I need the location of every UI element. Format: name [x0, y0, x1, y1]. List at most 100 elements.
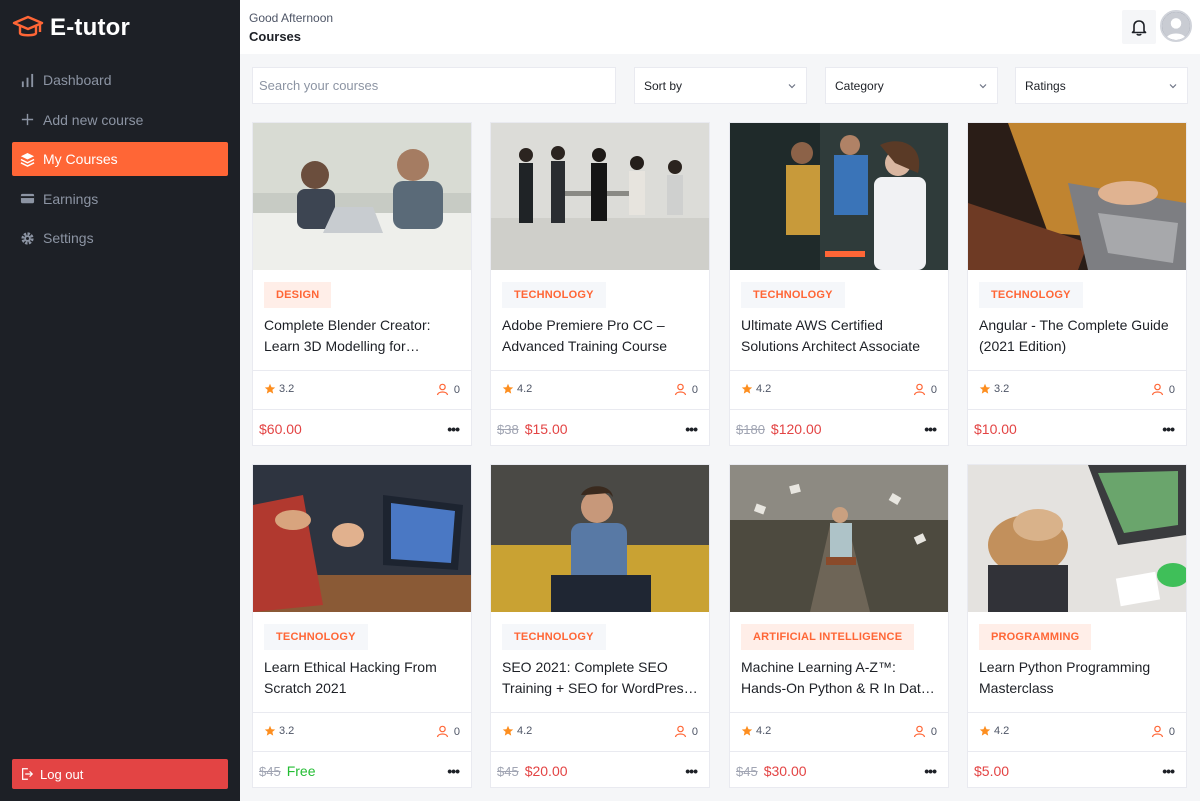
top-header: Good Afternoon Courses	[240, 0, 1200, 54]
course-title[interactable]: Adobe Premiere Pro CC – Advanced Trainin…	[502, 315, 698, 357]
search-input[interactable]	[252, 67, 616, 104]
divider	[253, 370, 471, 371]
category-select[interactable]: Category	[825, 67, 998, 104]
course-card[interactable]: TECHNOLOGY Adobe Premiere Pro CC – Advan…	[490, 122, 710, 446]
user-icon	[674, 725, 686, 738]
course-title[interactable]: Learn Ethical Hacking From Scratch 2021	[264, 657, 460, 699]
rating-value: 4.2	[517, 383, 533, 395]
sidebar-item-settings[interactable]: Settings	[12, 221, 228, 255]
price-row: $45 Free	[259, 763, 316, 779]
students-count: 0	[691, 725, 698, 738]
course-thumbnail[interactable]	[968, 123, 1186, 270]
course-thumbnail[interactable]	[253, 465, 471, 612]
course-title[interactable]: Machine Learning A-Z™: Hands-On Python &…	[741, 657, 937, 699]
more-options-button[interactable]: •••	[447, 421, 460, 437]
course-card[interactable]: DESIGN Complete Blender Creator: Learn 3…	[252, 122, 472, 446]
user-icon	[436, 725, 448, 738]
logout-button[interactable]: Log out	[12, 759, 228, 789]
course-thumbnail[interactable]	[491, 465, 709, 612]
chevron-down-icon	[788, 83, 796, 88]
course-thumbnail[interactable]	[730, 123, 948, 270]
category-badge: TECHNOLOGY	[502, 282, 606, 308]
course-title[interactable]: Ultimate AWS Certified Solutions Archite…	[741, 315, 937, 357]
more-options-button[interactable]: •••	[924, 763, 937, 779]
course-title[interactable]: Angular - The Complete Guide (2021 Editi…	[979, 315, 1175, 357]
chevron-down-icon	[979, 83, 987, 88]
sidebar-item-earnings[interactable]: Earnings	[12, 182, 228, 216]
more-options-button[interactable]: •••	[1162, 763, 1175, 779]
divider	[491, 712, 709, 713]
course-thumbnail[interactable]	[253, 123, 471, 270]
category-badge: PROGRAMMING	[979, 624, 1092, 650]
category-badge: TECHNOLOGY	[741, 282, 845, 308]
category-badge: TECHNOLOGY	[502, 624, 606, 650]
star-icon	[264, 725, 276, 736]
price-row: $45 $30.00	[736, 763, 807, 779]
course-title[interactable]: Learn Python Programming Masterclass	[979, 657, 1175, 699]
divider	[968, 712, 1186, 713]
sidebar-item-dashboard[interactable]: Dashboard	[12, 63, 228, 97]
more-options-button[interactable]: •••	[1162, 421, 1175, 437]
course-students: 0	[1151, 383, 1175, 396]
course-card[interactable]: TECHNOLOGY Learn Ethical Hacking From Sc…	[252, 464, 472, 788]
course-card[interactable]: PROGRAMMING Learn Python Programming Mas…	[967, 464, 1187, 788]
category-badge: TECHNOLOGY	[979, 282, 1083, 308]
course-card[interactable]: ARTIFICIAL INTELLIGENCE Machine Learning…	[729, 464, 949, 788]
course-price: $60.00	[259, 421, 302, 437]
more-options-button[interactable]: •••	[685, 421, 698, 437]
star-icon	[741, 725, 753, 736]
divider	[730, 409, 948, 410]
user-icon	[1151, 383, 1163, 396]
sidebar-item-label: Earnings	[43, 190, 99, 207]
divider	[491, 409, 709, 410]
category-badge: ARTIFICIAL INTELLIGENCE	[741, 624, 915, 650]
rating-value: 4.2	[517, 725, 533, 737]
more-options-button[interactable]: •••	[447, 763, 460, 779]
course-price: Free	[286, 763, 316, 779]
bell-icon	[1131, 20, 1147, 36]
sidebar-item-add-new-course[interactable]: Add new course	[12, 103, 228, 137]
students-count: 0	[453, 383, 460, 396]
user-icon	[913, 725, 925, 738]
course-price: $15.00	[524, 421, 568, 437]
course-rating: 3.2	[264, 725, 294, 737]
chevron-down-icon	[1169, 83, 1177, 88]
course-students: 0	[1151, 725, 1175, 738]
course-students: 0	[913, 725, 937, 738]
course-thumbnail[interactable]	[968, 465, 1186, 612]
rating-value: 4.2	[756, 383, 772, 395]
course-thumbnail[interactable]	[491, 123, 709, 270]
course-rating: 4.2	[979, 725, 1009, 737]
brand-logo[interactable]: E-tutor	[12, 10, 130, 46]
sidebar-item-my-courses[interactable]: My Courses	[12, 142, 228, 176]
layers-icon	[19, 151, 35, 167]
gear-icon	[19, 230, 35, 246]
sidebar-item-label: Settings	[43, 230, 94, 246]
star-icon	[502, 383, 514, 394]
sort-by-select[interactable]: Sort by	[634, 67, 807, 104]
course-price: $120.00	[770, 421, 822, 437]
notifications-button[interactable]	[1122, 10, 1156, 44]
course-rating: 4.2	[502, 383, 532, 395]
rating-value: 3.2	[279, 725, 295, 737]
ratings-select[interactable]: Ratings	[1015, 67, 1188, 104]
course-title[interactable]: SEO 2021: Complete SEO Training + SEO fo…	[502, 657, 698, 699]
more-options-button[interactable]: •••	[924, 421, 937, 437]
course-thumbnail[interactable]	[730, 465, 948, 612]
rating-value: 4.2	[756, 725, 772, 737]
divider	[253, 712, 471, 713]
course-card[interactable]: TECHNOLOGY Angular - The Complete Guide …	[967, 122, 1187, 446]
course-card[interactable]: TECHNOLOGY Ultimate AWS Certified Soluti…	[729, 122, 949, 446]
category-badge: DESIGN	[264, 282, 332, 308]
course-rating: 4.2	[741, 383, 771, 395]
course-rating: 3.2	[264, 383, 294, 395]
more-options-button[interactable]: •••	[685, 763, 698, 779]
course-card[interactable]: TECHNOLOGY SEO 2021: Complete SEO Traini…	[490, 464, 710, 788]
page-title: Courses	[249, 29, 302, 44]
avatar[interactable]	[1160, 10, 1192, 42]
course-rating: 4.2	[502, 725, 532, 737]
price-row: $5.00	[974, 763, 1009, 779]
students-count: 0	[930, 383, 937, 396]
plus-icon	[19, 112, 35, 128]
course-title[interactable]: Complete Blender Creator: Learn 3D Model…	[264, 315, 460, 357]
